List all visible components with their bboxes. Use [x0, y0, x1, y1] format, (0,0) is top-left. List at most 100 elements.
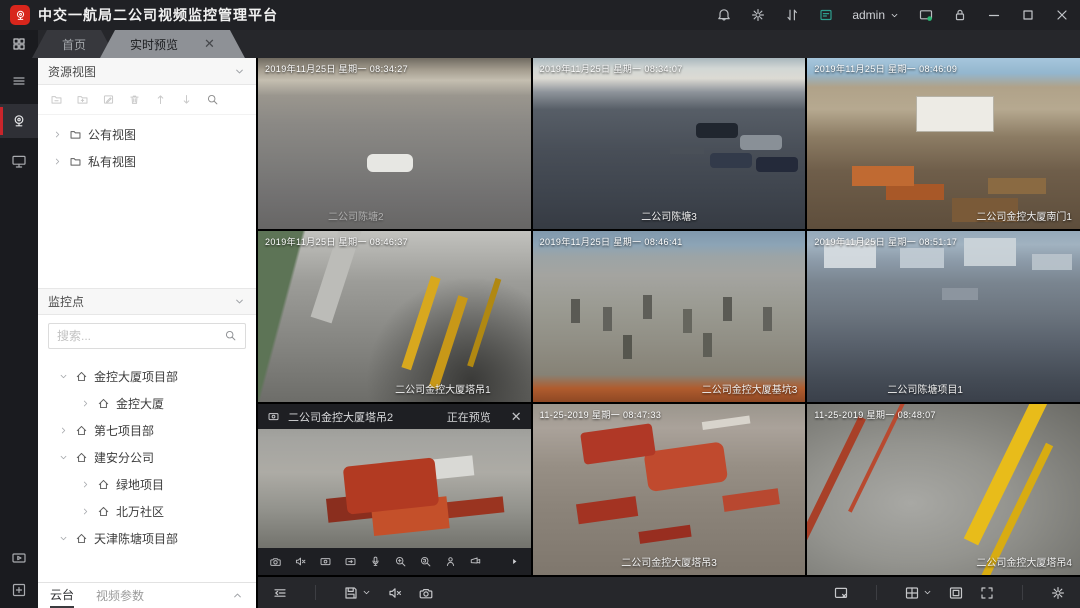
search-input[interactable]: [57, 329, 218, 343]
home-icon: [75, 370, 88, 383]
tree-item-site[interactable]: 天津陈塘项目部: [38, 525, 256, 552]
zoom-3d-icon[interactable]: [419, 555, 432, 568]
title-bar: 中交一航局二公司视频监控管理平台 admin: [0, 0, 1080, 30]
zoom-in-icon[interactable]: [394, 555, 407, 568]
arrow-up-icon[interactable]: [154, 93, 167, 106]
close-stream-icon[interactable]: ✕: [511, 409, 522, 425]
video-frame: [580, 423, 656, 465]
tree-item-public-views[interactable]: 公有视图: [38, 121, 256, 148]
user-name: admin: [852, 8, 885, 22]
mute-all-icon[interactable]: [387, 585, 403, 601]
osd-camera-name: 二公司金控大厦基坑3: [702, 381, 798, 396]
nav-menu-icon[interactable]: [0, 64, 38, 98]
search-icon[interactable]: [206, 93, 219, 106]
tree-item-site[interactable]: 建安分公司: [38, 444, 256, 471]
screen-share-icon[interactable]: [818, 7, 834, 23]
settings-icon[interactable]: [1050, 585, 1066, 601]
osd-camera-name: 二公司金控大厦塔吊4: [976, 554, 1072, 569]
cell-camera-title: 二公司金控大厦塔吊2: [288, 409, 393, 425]
snapshot-icon[interactable]: [269, 555, 282, 568]
chevron-right-icon: [52, 156, 63, 167]
mute-icon[interactable]: [294, 555, 307, 568]
video-cell-6[interactable]: 2019年11月25日 星期一 08:51:17 二公司陈塘项目1: [807, 231, 1080, 402]
osd-timestamp: 2019年11月25日 星期一 08:34:27: [265, 62, 408, 75]
bell-icon[interactable]: [716, 7, 732, 23]
monitor-points-title: 监控点: [48, 293, 84, 310]
video-cell-2[interactable]: 2019年11月25日 星期一 08:34:07 二公司陈塘3: [533, 58, 806, 229]
video-cell-8[interactable]: 11-25-2019 星期一 08:47:33 二公司金控大厦塔吊3: [533, 404, 806, 575]
trash-icon[interactable]: [128, 93, 141, 106]
tree-item-label: 金控大厦: [116, 395, 164, 412]
goto-preset-icon[interactable]: [444, 555, 457, 568]
sort-arrows-icon[interactable]: [784, 7, 800, 23]
user-menu[interactable]: admin: [852, 8, 900, 22]
single-screen-icon[interactable]: [948, 585, 964, 601]
chevron-down-icon: [58, 371, 69, 382]
apps-grid-icon[interactable]: [0, 30, 38, 58]
add-screen-icon[interactable]: [11, 582, 27, 598]
chevron-right-icon: [80, 479, 91, 490]
minimize-button[interactable]: [986, 7, 1002, 23]
film-icon[interactable]: [11, 550, 27, 566]
lock-icon[interactable]: [952, 7, 968, 23]
video-frame: [571, 299, 580, 323]
video-cell-7-selected[interactable]: 二公司金控大厦塔吊2 正在预览 ✕: [258, 404, 531, 575]
tree-item-label: 北万社区: [116, 503, 164, 520]
edit-icon[interactable]: [102, 93, 115, 106]
nav-cctv-camera-icon[interactable]: [0, 104, 38, 138]
video-cell-3[interactable]: 2019年11月25日 星期一 08:46:09 二公司金控大厦南门1: [807, 58, 1080, 229]
search-icon[interactable]: [224, 329, 237, 342]
more-icon[interactable]: [509, 556, 520, 567]
app-title: 中交一航局二公司视频监控管理平台: [38, 5, 278, 25]
record-icon[interactable]: [319, 555, 332, 568]
video-grid: 2019年11月25日 星期一 08:34:27 二公司陈塘2 2019年11月…: [258, 58, 1080, 575]
surveillance-app: 中交一航局二公司视频监控管理平台 admin: [0, 0, 1080, 608]
monitor-points-header[interactable]: 监控点: [38, 288, 256, 315]
osd-camera-name: 二公司金控大厦南门1: [976, 208, 1072, 223]
tab-live-preview[interactable]: 实时预览 ✕: [100, 30, 245, 58]
rail-bottom-tools: [11, 550, 27, 598]
snapshot-all-icon[interactable]: [418, 585, 434, 601]
tree-item-site[interactable]: 金控大厦项目部: [38, 363, 256, 390]
instant-replay-icon[interactable]: [344, 555, 357, 568]
video-frame: [964, 404, 1049, 546]
collapse-panel-icon[interactable]: [272, 585, 288, 601]
maximize-button[interactable]: [1020, 7, 1036, 23]
tree-item-site[interactable]: 第七项目部: [38, 417, 256, 444]
folder-add-icon[interactable]: [76, 93, 89, 106]
gear-icon[interactable]: [750, 7, 766, 23]
video-cell-9[interactable]: 11-25-2019 星期一 08:48:07 二公司金控大厦塔吊4: [807, 404, 1080, 575]
chevron-down-icon: [58, 452, 69, 463]
tab-video-params-label: 视频参数: [96, 587, 144, 604]
fullscreen-icon[interactable]: [979, 585, 995, 601]
video-cell-4[interactable]: 2019年11月25日 星期一 08:46:37 二公司金控大厦塔吊1: [258, 231, 531, 402]
resource-view-tree: 公有视图 私有视图: [38, 115, 256, 181]
tree-item-label: 第七项目部: [94, 422, 154, 439]
tab-video-params[interactable]: 视频参数: [96, 583, 144, 608]
tab-close-icon[interactable]: ✕: [204, 36, 215, 52]
tab-ptz[interactable]: 云台: [50, 583, 74, 608]
ptz-panel-tabs: 云台 视频参数: [38, 582, 256, 608]
video-frame: [402, 276, 441, 370]
cell-toolbar: [258, 548, 531, 575]
osd-timestamp: 2019年11月25日 星期一 08:46:37: [265, 235, 408, 248]
folder-settings-icon[interactable]: [50, 93, 63, 106]
tree-item-site[interactable]: 北万社区: [38, 498, 256, 525]
arrow-down-icon[interactable]: [180, 93, 193, 106]
video-cell-1[interactable]: 2019年11月25日 星期一 08:34:27 二公司陈塘2: [258, 58, 531, 229]
tree-item-site[interactable]: 金控大厦: [38, 390, 256, 417]
cast-online-icon[interactable]: [918, 7, 934, 23]
close-all-icon[interactable]: [833, 585, 849, 601]
ptz-control-icon[interactable]: [469, 555, 482, 568]
chevron-down-icon: [58, 533, 69, 544]
video-cell-5[interactable]: 2019年11月25日 星期一 08:46:41 二公司金控大厦基坑3: [533, 231, 806, 402]
talk-mic-icon[interactable]: [369, 555, 382, 568]
close-button[interactable]: [1054, 7, 1070, 23]
save-view-icon[interactable]: [343, 585, 372, 601]
chevron-up-icon[interactable]: [231, 589, 244, 602]
nav-display-icon[interactable]: [0, 144, 38, 178]
tree-item-private-views[interactable]: 私有视图: [38, 148, 256, 175]
resource-view-header[interactable]: 资源视图: [38, 58, 256, 85]
layout-grid-icon[interactable]: [904, 585, 933, 601]
tree-item-site[interactable]: 绿地项目: [38, 471, 256, 498]
